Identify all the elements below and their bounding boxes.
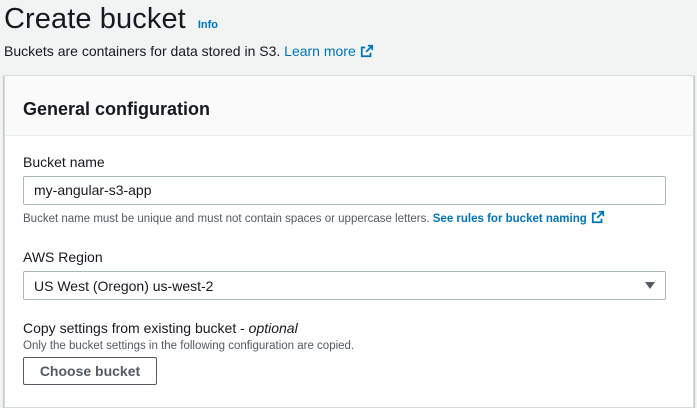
page-header: Create bucket Info Buckets are container… — [4, 2, 684, 60]
external-link-icon — [360, 44, 373, 58]
info-link[interactable]: Info — [198, 19, 218, 31]
bucket-name-constraint: Bucket name must be unique and must not … — [23, 210, 605, 226]
copy-settings-label: Copy settings from existing bucket - opt… — [23, 319, 298, 337]
page-description: Buckets are containers for data stored i… — [4, 42, 684, 60]
aws-region-select[interactable]: US West (Oregon) us-west-2 — [23, 271, 666, 300]
panel-header: General configuration — [5, 76, 693, 136]
create-bucket-page: Create bucket Info Buckets are container… — [0, 0, 697, 408]
bucket-name-input[interactable]: my-angular-s3-app — [23, 176, 666, 205]
panel-title: General configuration — [23, 99, 211, 119]
page-title: Create bucket — [4, 3, 186, 35]
optional-tag: optional — [248, 320, 298, 336]
copy-settings-description: Only the bucket settings in the followin… — [23, 340, 355, 352]
bucket-naming-rules-link[interactable]: See rules for bucket naming — [432, 210, 605, 225]
choose-bucket-button[interactable]: Choose bucket — [23, 357, 157, 385]
bucket-name-constraint-text: Bucket name must be unique and must not … — [23, 213, 433, 225]
copy-settings-label-text: Copy settings from existing bucket - — [23, 320, 249, 336]
external-link-icon — [591, 210, 604, 224]
bucket-name-label: Bucket name — [23, 154, 105, 170]
learn-more-link[interactable]: Learn more — [284, 43, 374, 59]
page-description-text: Buckets are containers for data stored i… — [4, 43, 285, 59]
bucket-naming-rules-label: See rules for bucket naming — [432, 213, 587, 225]
aws-region-selected-value: US West (Oregon) us-west-2 — [34, 277, 214, 294]
title-row: Create bucket Info — [4, 2, 684, 36]
learn-more-label: Learn more — [284, 43, 356, 59]
aws-region-label: AWS Region — [23, 249, 103, 265]
caret-down-icon — [645, 282, 655, 289]
general-configuration-panel: General configuration Bucket name my-ang… — [4, 75, 694, 408]
